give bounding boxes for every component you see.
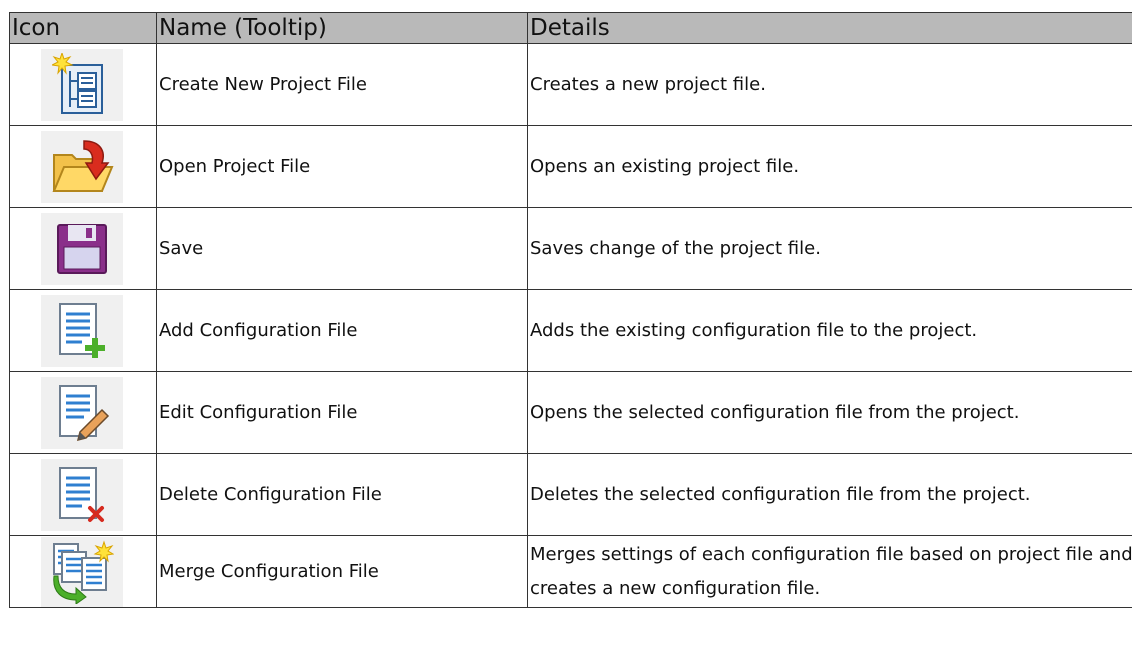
table-row: Merge Configuration File Merges settings… [9,535,1132,608]
save-disk-icon [41,212,123,285]
item-name: Save [156,207,528,290]
item-details: Creates a new project file. [527,43,1132,126]
item-name: Edit Configuration File [156,371,528,454]
table-row: Create New Project File Creates a new pr… [9,43,1132,126]
item-details: Saves change of the project file. [527,207,1132,290]
edit-config-icon [41,376,123,449]
toolbar-icon-table: Icon Name (Tooltip) Details Create New P… [9,12,1132,608]
header-row: Icon Name (Tooltip) Details [9,12,1132,44]
item-details: Deletes the selected configuration file … [527,453,1132,536]
header-details: Details [527,12,1132,44]
table-row: Edit Configuration File Opens the select… [9,371,1132,454]
header-name: Name (Tooltip) [156,12,528,44]
new-project-icon [41,48,123,121]
item-name: Add Configuration File [156,289,528,372]
item-details: Adds the existing configuration file to … [527,289,1132,372]
item-details: Opens the selected configuration file fr… [527,371,1132,454]
table-row: Save Saves change of the project file. [9,207,1132,290]
delete-config-icon [41,458,123,531]
header-icon: Icon [9,12,157,44]
table-row: Open Project File Opens an existing proj… [9,125,1132,208]
item-name: Delete Configuration File [156,453,528,536]
table-row: Delete Configuration File Deletes the se… [9,453,1132,536]
item-details: Opens an existing project file. [527,125,1132,208]
item-name: Create New Project File [156,43,528,126]
add-config-icon [41,294,123,367]
item-name: Open Project File [156,125,528,208]
merge-config-icon [41,536,123,607]
item-details: Merges settings of each configuration fi… [527,535,1132,608]
item-name: Merge Configuration File [156,535,528,608]
table-row: Add Configuration File Adds the existing… [9,289,1132,372]
open-folder-icon [41,130,123,203]
